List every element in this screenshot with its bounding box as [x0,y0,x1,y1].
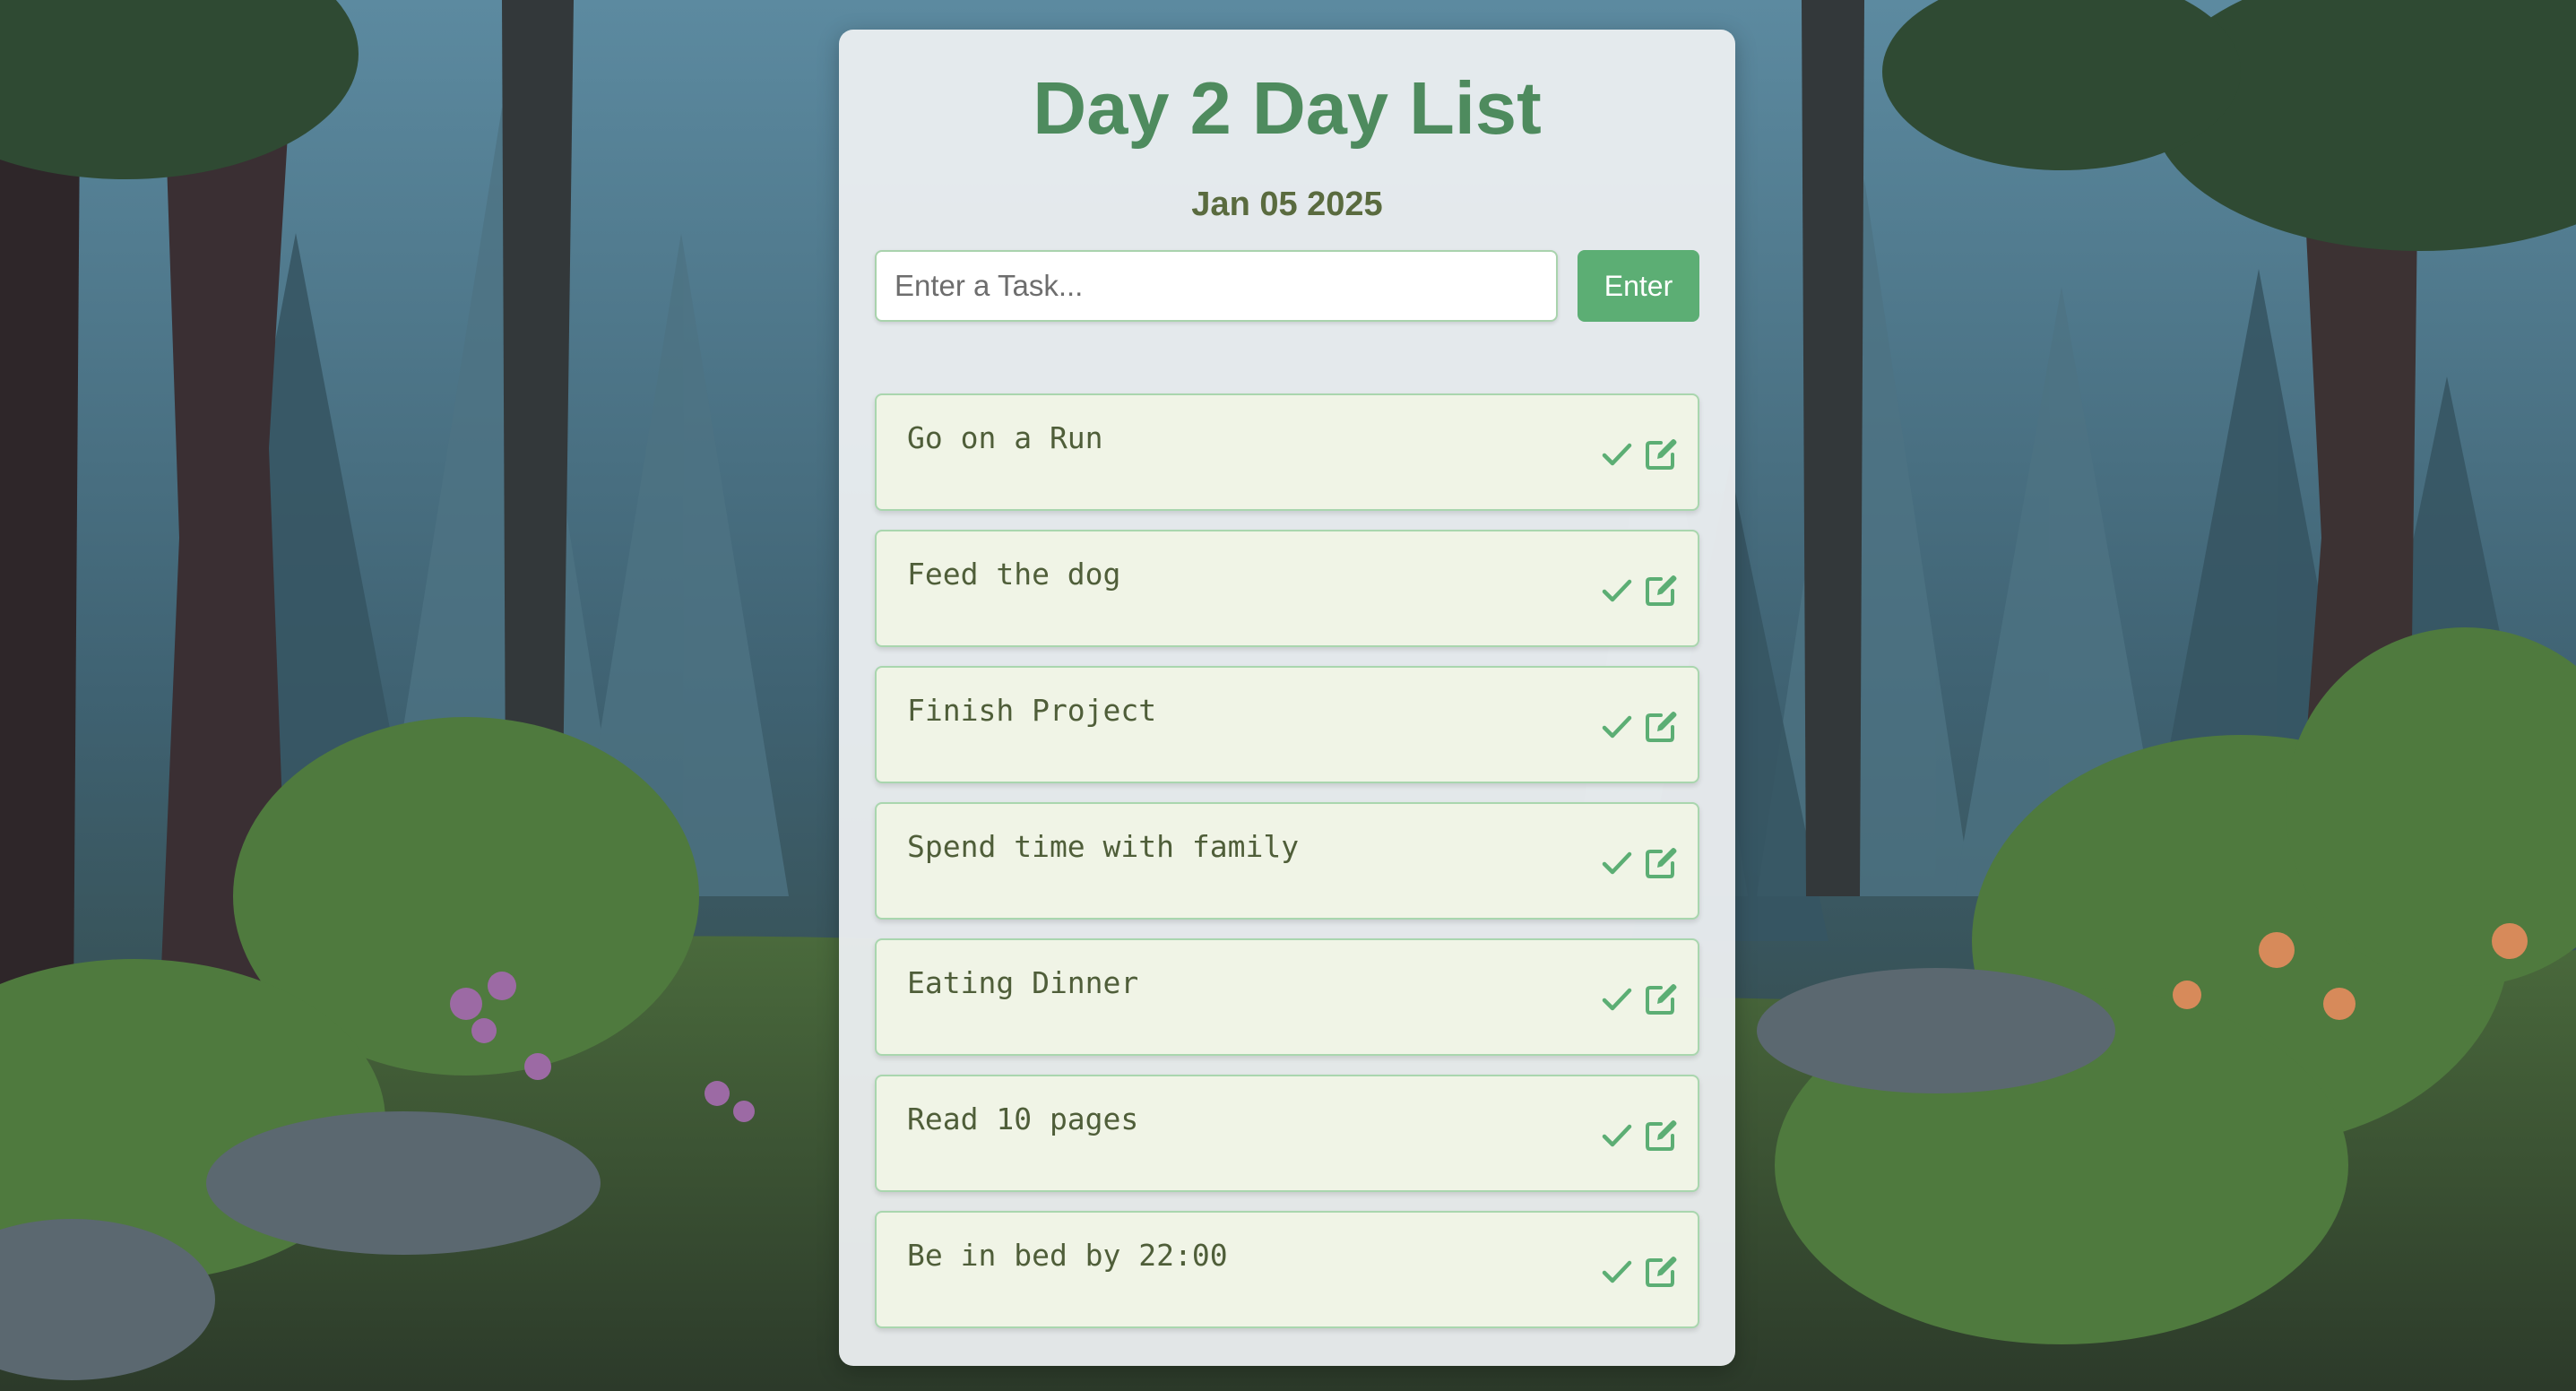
task-item: Feed the dog [875,530,1699,647]
task-item: Go on a Run [875,393,1699,511]
edit-icon[interactable] [1643,436,1679,472]
task-text: Spend time with family [907,829,1300,864]
task-item: Spend time with family [875,802,1699,920]
edit-icon[interactable] [1643,709,1679,745]
task-item: Be in bed by 22:00 [875,1211,1699,1328]
task-text: Feed the dog [907,557,1121,592]
check-icon[interactable] [1599,573,1635,609]
task-text: Go on a Run [907,420,1103,455]
edit-icon[interactable] [1643,573,1679,609]
enter-button[interactable]: Enter [1578,250,1699,322]
task-item: Read 10 pages [875,1075,1699,1192]
task-input[interactable] [875,250,1558,322]
page-title: Day 2 Day List [1033,66,1542,150]
task-text: Be in bed by 22:00 [907,1238,1228,1273]
check-icon[interactable] [1599,845,1635,881]
check-icon[interactable] [1599,1254,1635,1290]
check-icon[interactable] [1599,709,1635,745]
edit-icon[interactable] [1643,1118,1679,1153]
task-text: Read 10 pages [907,1102,1139,1136]
task-item: Eating Dinner [875,938,1699,1056]
edit-icon[interactable] [1643,981,1679,1017]
current-date: Jan 05 2025 [1191,186,1383,223]
edit-icon[interactable] [1643,1254,1679,1290]
edit-icon[interactable] [1643,845,1679,881]
todo-card: Day 2 Day List Jan 05 2025 Enter Go on a… [839,30,1735,1366]
check-icon[interactable] [1599,1118,1635,1153]
check-icon[interactable] [1599,981,1635,1017]
task-item: Finish Project [875,666,1699,783]
task-text: Eating Dinner [907,965,1139,1000]
check-icon[interactable] [1599,436,1635,472]
task-text: Finish Project [907,693,1157,728]
task-list: Go on a Run Feed the dog Finish Project … [875,393,1699,1347]
